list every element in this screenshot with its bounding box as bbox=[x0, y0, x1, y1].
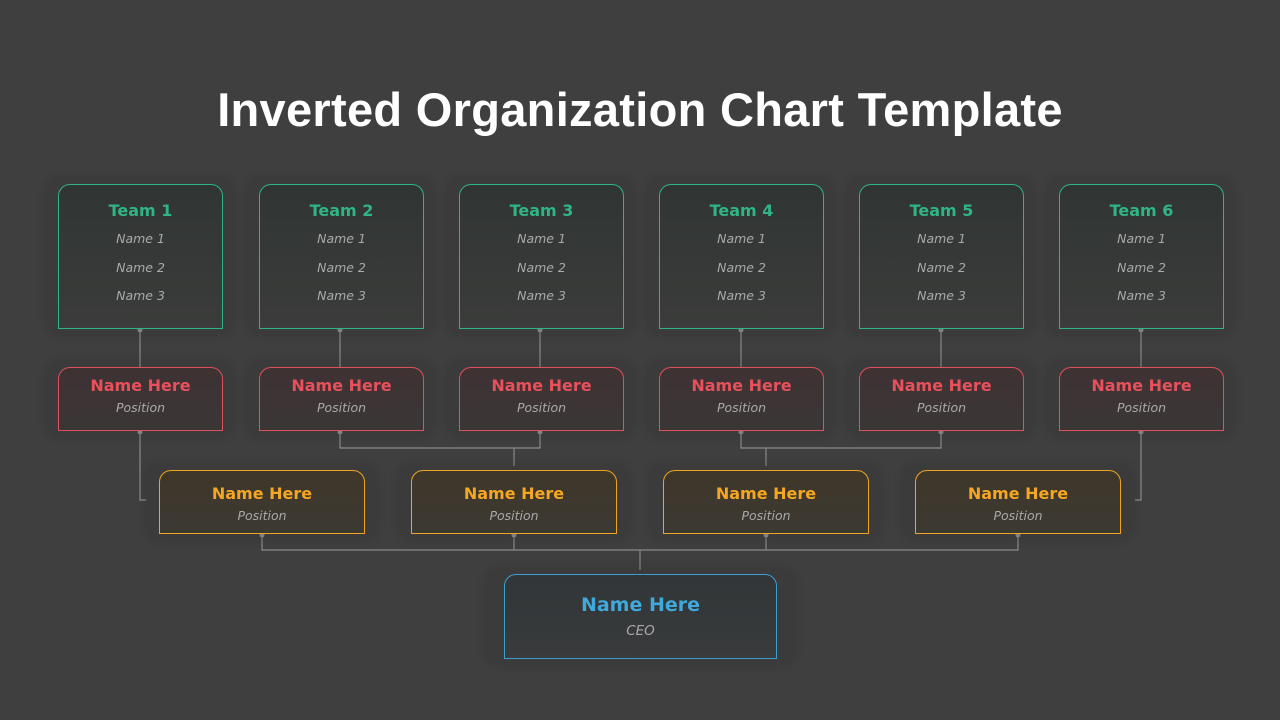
manager-position: Position bbox=[916, 400, 967, 415]
connector-manager6-director4 bbox=[1135, 431, 1142, 501]
team-card[interactable]: Team 2 Name 1 Name 2 Name 3 bbox=[259, 184, 424, 329]
team-card[interactable]: Team 6 Name 1 Name 2 Name 3 bbox=[1059, 184, 1224, 329]
team-member: Name 3 bbox=[1117, 288, 1166, 303]
manager-card[interactable]: Name Here Position bbox=[259, 367, 424, 431]
team-title: Team 1 bbox=[108, 201, 173, 220]
team-title: Team 4 bbox=[709, 201, 774, 220]
manager-name: Name Here bbox=[1091, 376, 1192, 395]
team-member: Name 1 bbox=[116, 231, 165, 246]
director-name: Name Here bbox=[967, 484, 1069, 503]
director-position: Position bbox=[237, 508, 287, 523]
manager-name: Name Here bbox=[691, 376, 792, 395]
manager-card[interactable]: Name Here Position bbox=[859, 367, 1024, 431]
director-position: Position bbox=[489, 508, 539, 523]
ceo-position: CEO bbox=[626, 623, 655, 639]
team-title: Team 3 bbox=[509, 201, 574, 220]
director-card[interactable]: Name Here Position bbox=[915, 470, 1121, 534]
team-card[interactable]: Team 3 Name 1 Name 2 Name 3 bbox=[459, 184, 624, 329]
manager-card[interactable]: Name Here Position bbox=[58, 367, 223, 431]
team-member: Name 2 bbox=[917, 259, 966, 275]
team-member: Name 2 bbox=[517, 259, 566, 275]
director-card[interactable]: Name Here Position bbox=[411, 470, 617, 534]
connector-directors-bus bbox=[261, 534, 1019, 551]
manager-position: Position bbox=[316, 400, 367, 415]
team-member: Name 3 bbox=[717, 288, 766, 303]
team-member: Name 1 bbox=[517, 231, 566, 246]
manager-position: Position bbox=[115, 400, 166, 415]
manager-name: Name Here bbox=[491, 376, 592, 395]
manager-name: Name Here bbox=[291, 376, 392, 395]
team-member: Name 2 bbox=[717, 259, 766, 275]
team-member: Name 2 bbox=[116, 259, 165, 275]
manager-name: Name Here bbox=[891, 376, 992, 395]
manager-card[interactable]: Name Here Position bbox=[459, 367, 624, 431]
team-member: Name 3 bbox=[917, 288, 966, 303]
team-card[interactable]: Team 5 Name 1 Name 2 Name 3 bbox=[859, 184, 1024, 329]
team-member: Name 1 bbox=[1117, 231, 1166, 246]
team-member: Name 3 bbox=[317, 288, 366, 303]
manager-position: Position bbox=[516, 400, 567, 415]
director-name: Name Here bbox=[715, 484, 817, 503]
director-name: Name Here bbox=[211, 484, 313, 503]
team-member: Name 2 bbox=[1117, 259, 1166, 275]
team-member: Name 1 bbox=[717, 231, 766, 246]
team-title: Team 6 bbox=[1109, 201, 1174, 220]
team-card[interactable]: Team 1 Name 1 Name 2 Name 3 bbox=[58, 184, 223, 329]
team-card[interactable]: Team 4 Name 1 Name 2 Name 3 bbox=[659, 184, 824, 329]
team-title: Team 2 bbox=[309, 201, 374, 220]
ceo-name: Name Here bbox=[580, 594, 701, 616]
team-member: Name 3 bbox=[116, 288, 165, 303]
director-position: Position bbox=[741, 508, 791, 523]
team-member: Name 3 bbox=[517, 288, 566, 303]
ceo-card[interactable]: Name Here CEO bbox=[504, 574, 777, 659]
director-card[interactable]: Name Here Position bbox=[663, 470, 869, 534]
team-title: Team 5 bbox=[909, 201, 974, 220]
manager-position: Position bbox=[716, 400, 767, 415]
team-member: Name 1 bbox=[317, 231, 366, 246]
director-position: Position bbox=[993, 508, 1043, 523]
manager-card[interactable]: Name Here Position bbox=[659, 367, 824, 431]
director-name: Name Here bbox=[463, 484, 565, 503]
director-card[interactable]: Name Here Position bbox=[159, 470, 365, 534]
team-member: Name 1 bbox=[917, 231, 966, 246]
manager-card[interactable]: Name Here Position bbox=[1059, 367, 1224, 431]
team-member: Name 2 bbox=[317, 259, 366, 275]
manager-name: Name Here bbox=[90, 376, 191, 395]
manager-position: Position bbox=[1116, 400, 1167, 415]
